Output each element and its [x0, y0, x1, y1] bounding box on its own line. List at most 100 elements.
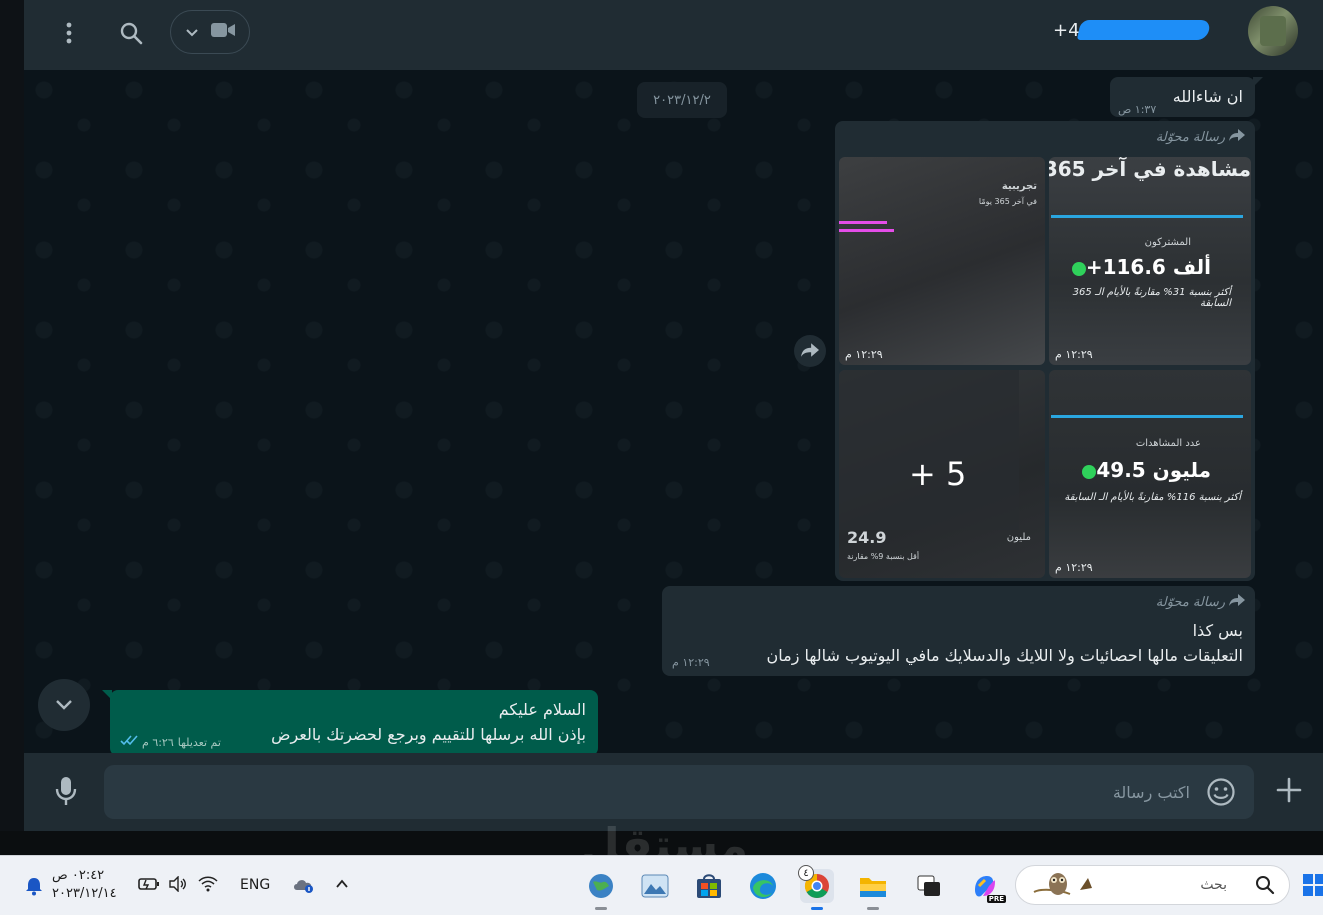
image-value: 24.9 [847, 528, 887, 547]
chat-header: +44 [24, 0, 1323, 70]
running-indicator [811, 907, 823, 910]
album-image-3[interactable]: عدد المشاهدات 49.5 مليون أكثر بنسبة 116%… [1049, 370, 1251, 578]
message-bubble-incoming[interactable]: ان شاءالله ١:٣٧ ص [1110, 77, 1263, 117]
image-overlay [839, 370, 1019, 530]
message-meta: ٦:٢٦ م تم تعديلها [120, 735, 221, 749]
onedrive-icon[interactable] [292, 876, 316, 898]
message-time: ١:٣٧ ص [1118, 103, 1157, 116]
message-text: ان شاءالله [1172, 87, 1243, 106]
chevron-down-icon [185, 23, 199, 42]
wifi-icon[interactable] [198, 876, 218, 896]
chart-accent-line [1051, 215, 1243, 218]
notification-bell-icon[interactable] [24, 876, 44, 900]
album-image-4-more[interactable]: + 5 24.9 مليون أقل بنسبة 9% مقارنة [839, 370, 1045, 578]
volume-icon[interactable] [168, 875, 188, 896]
avatar[interactable] [1248, 6, 1298, 56]
microphone-icon[interactable] [54, 775, 78, 811]
contact-name[interactable]: +44 [1053, 20, 1241, 41]
image-label: المشتركون [1144, 237, 1191, 248]
forward-button[interactable] [794, 335, 826, 367]
image-unit: مليون [1006, 532, 1031, 543]
message-input[interactable] [104, 765, 1254, 819]
chrome-badge: ٤ [798, 865, 814, 881]
message-text-line: بس كذا [1192, 621, 1243, 640]
forwarded-text-bubble[interactable]: رسالة محوّلة بس كذا التعليقات مالها احصا… [662, 586, 1255, 676]
image-subtext: أقل بنسبة 9% مقارنة [847, 552, 920, 561]
bubble-tail [102, 690, 112, 700]
message-time: ١٢:٢٩ م [672, 656, 710, 669]
edited-label: تم تعديلها [177, 735, 221, 749]
message-text-line: السلام عليكم [498, 700, 586, 719]
trend-up-icon [1082, 464, 1097, 479]
image-value-text: 49.5 مليون [1096, 458, 1211, 482]
image-header-text: تجريبية [1001, 181, 1037, 192]
trend-up-icon [1071, 261, 1086, 276]
message-text-line: بإذن الله برسلها للتقييم وبرجع لحضرتك با… [271, 725, 586, 744]
search-highlight-owl-icon [1030, 870, 1100, 900]
album-image-1[interactable]: 4 مشاهدة في آخر 365 يو المشتركون +116.6 … [1049, 157, 1251, 365]
forwarded-label: رسالة محوّلة [1156, 129, 1245, 145]
language-indicator[interactable]: ENG [240, 877, 270, 893]
message-bubble-outgoing[interactable]: السلام عليكم بإذن الله برسلها للتقييم وب… [102, 690, 598, 753]
message-text-line: التعليقات مالها احصائيات ولا اللايك والد… [766, 646, 1243, 665]
taskbar-app-task-view-icon[interactable] [912, 869, 946, 903]
more-images-count: + 5 [909, 455, 967, 493]
image-header-text: 4 مشاهدة في آخر 365 يو [1049, 157, 1251, 181]
copilot-badge: PRE [986, 895, 1006, 903]
forward-arrow-icon [1229, 594, 1245, 610]
battery-icon[interactable] [138, 876, 160, 896]
chart-accent-line [1051, 415, 1243, 418]
redaction-mask [1076, 20, 1212, 40]
forward-arrow-icon [1229, 129, 1245, 145]
taskbar-app-edge-icon[interactable] [746, 869, 780, 903]
running-indicator [867, 907, 879, 910]
forwarded-label: رسالة محوّلة [1156, 594, 1245, 610]
image-subtext: في آخر 365 يومًا [978, 197, 1037, 206]
image-value: +116.6 ألف [1068, 255, 1211, 279]
video-call-icon [210, 21, 236, 43]
taskbar-search[interactable]: بحث [1015, 865, 1290, 905]
forwarded-text: رسالة محوّلة [1155, 129, 1225, 145]
taskbar-app-photos-icon[interactable] [638, 869, 672, 903]
chat-area: ٢٠٢٣/١٢/٢ ان شاءالله ١:٣٧ ص رسالة محوّلة… [24, 70, 1323, 753]
attach-plus-icon[interactable] [1276, 777, 1302, 807]
chevron-up-icon[interactable] [334, 876, 350, 896]
video-call-button[interactable] [170, 10, 250, 54]
taskbar-app-copilot-icon[interactable]: PRE [968, 869, 1006, 903]
date-chip: ٢٠٢٣/١٢/٢ [637, 82, 727, 118]
search-icon [1255, 875, 1275, 899]
image-subtext: أكثر بنسبة 116% مقارنةً بالأيام الـ السا… [1064, 492, 1241, 503]
message-time: ٦:٢٦ م [142, 735, 174, 749]
emoji-icon[interactable] [1206, 777, 1236, 811]
forwarded-album-bubble[interactable]: رسالة محوّلة 4 مشاهدة في آخر 365 يو المش… [835, 121, 1255, 581]
windows-start-icon[interactable] [1303, 874, 1323, 896]
search-icon[interactable] [116, 16, 146, 50]
image-time: ١٢:٢٩ م [845, 348, 883, 361]
scroll-down-button[interactable] [38, 679, 90, 731]
album-image-2[interactable]: تجريبية في آخر 365 يومًا ١٢:٢٩ م [839, 157, 1045, 365]
image-value: 49.5 مليون [1078, 458, 1211, 482]
chart-bar [839, 229, 894, 232]
image-value-text: +116.6 ألف [1085, 255, 1211, 279]
taskbar-app-chrome-icon[interactable]: ٤ [798, 865, 834, 910]
image-time: ١٢:٢٩ م [1055, 561, 1093, 574]
image-subtext: أكثر بنسبة 31% مقارنةً بالأيام الـ 365 ا… [1072, 287, 1231, 309]
clock-time: ٠٢:٤٢ ص [52, 868, 105, 883]
bubble-tail [1253, 77, 1263, 87]
taskbar-app-store-icon[interactable] [692, 869, 726, 903]
image-label: عدد المشاهدات [1135, 438, 1201, 449]
forwarded-text: رسالة محوّلة [1155, 594, 1225, 610]
taskbar-app-globe-icon[interactable] [584, 869, 618, 910]
chevron-down-icon [54, 696, 74, 715]
left-edge-strip [0, 0, 31, 855]
read-receipt-icon [120, 735, 138, 749]
chart-bar [839, 221, 887, 224]
search-label: بحث [1200, 877, 1227, 893]
more-vertical-icon[interactable] [54, 18, 84, 48]
running-indicator [595, 907, 607, 910]
taskbar-app-file-explorer-icon[interactable] [856, 869, 890, 910]
taskbar: ٠٢:٤٢ ص ٢٠٢٣/١٢/١٤ ENG ٤ PRE بحث [0, 855, 1323, 915]
taskbar-clock[interactable]: ٠٢:٤٢ ص ٢٠٢٣/١٢/١٤ [52, 867, 117, 903]
image-time: ١٢:٢٩ م [1055, 348, 1093, 361]
forward-arrow-icon [801, 342, 819, 361]
